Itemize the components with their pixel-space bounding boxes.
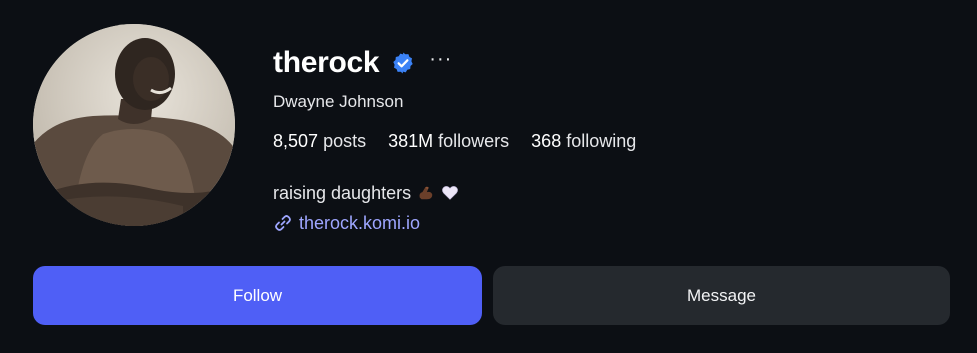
followers-count: 381M [388, 131, 434, 151]
link-text: therock.komi.io [299, 212, 421, 233]
username-row: therock ··· [273, 40, 933, 86]
full-name: Dwayne Johnson [273, 92, 404, 111]
posts-label: posts [323, 131, 367, 151]
following-stat[interactable]: 368 following [531, 131, 636, 155]
profile-avatar[interactable] [33, 24, 235, 226]
profile-stats: 8,507 posts 381M followers 368 following [273, 131, 933, 155]
verified-badge-icon [391, 51, 415, 75]
bio: raising daughters [273, 181, 933, 205]
followers-stat[interactable]: 381M followers [388, 131, 509, 155]
message-button[interactable]: Message [493, 266, 950, 325]
profile-info: therock ··· Dwayne Johnson 8,507 posts 3… [273, 40, 933, 235]
avatar-photo [33, 24, 235, 226]
posts-count: 8,507 [273, 131, 319, 151]
white-heart-emoji [441, 184, 459, 202]
username: therock [273, 46, 380, 79]
bio-text: raising daughters [273, 182, 412, 203]
link-icon [273, 213, 293, 233]
profile-link[interactable]: therock.komi.io [273, 211, 933, 235]
more-options-icon[interactable]: ··· [429, 49, 452, 69]
profile-header: therock ··· Dwayne Johnson 8,507 posts 3… [0, 0, 977, 353]
following-count: 368 [531, 131, 562, 151]
followers-label: followers [438, 131, 510, 151]
following-label: following [566, 131, 637, 151]
follow-button[interactable]: Follow [33, 266, 482, 325]
posts-stat[interactable]: 8,507 posts [273, 131, 366, 155]
flexed-biceps-emoji [417, 184, 435, 202]
